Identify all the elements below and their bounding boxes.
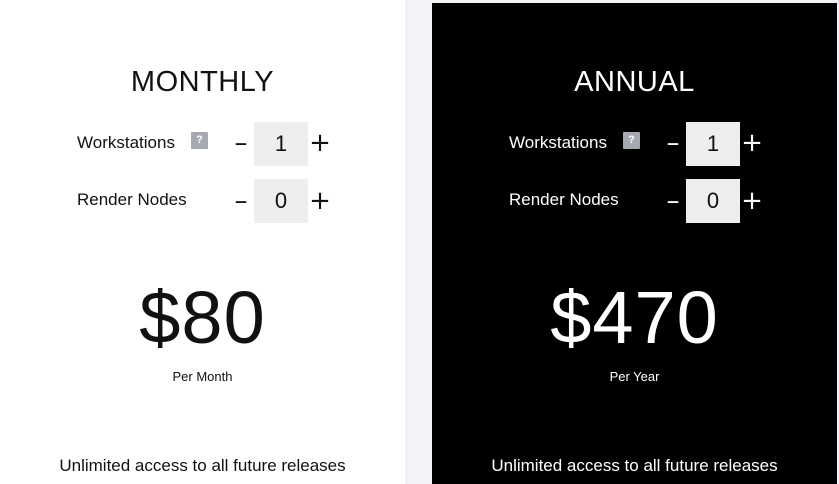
monthly-plan-title: MONTHLY [130,66,275,98]
annual-period: Per Year [609,369,660,384]
monthly-plan-card: MONTHLY Workstations ? – 1 + Render Node… [0,0,405,484]
monthly-render-nodes-increment-button[interactable]: + [308,186,332,216]
annual-plan-title: ANNUAL [574,66,695,98]
pricing-page: MONTHLY Workstations ? – 1 + Render Node… [0,0,839,484]
monthly-render-nodes-decrement-button[interactable]: – [229,186,253,216]
monthly-price: $80 [139,276,266,359]
annual-render-nodes-quantity[interactable]: 0 [686,179,740,223]
monthly-render-nodes-label: Render Nodes [77,190,187,209]
annual-price: $470 [550,276,719,359]
workstations-help-icon[interactable]: ? [191,132,208,149]
monthly-workstations-decrement-button[interactable]: – [229,128,253,158]
workstations-help-icon[interactable]: ? [623,132,640,149]
annual-plan-card: ANNUAL Workstations ? – 1 + Render Nodes… [432,3,837,484]
monthly-period: Per Month [172,369,233,384]
monthly-footer-text: Unlimited access to all future releases [59,456,346,475]
annual-render-nodes-label: Render Nodes [509,190,619,209]
monthly-render-nodes-quantity[interactable]: 0 [254,179,308,223]
monthly-workstations-increment-button[interactable]: + [308,128,332,158]
annual-workstations-decrement-button[interactable]: – [661,128,685,158]
annual-workstations-increment-button[interactable]: + [740,128,764,158]
monthly-workstations-quantity[interactable]: 1 [254,122,308,166]
annual-workstations-quantity[interactable]: 1 [686,122,740,166]
annual-render-nodes-decrement-button[interactable]: – [661,186,685,216]
annual-workstations-label: Workstations [509,133,607,152]
monthly-workstations-label: Workstations [77,133,175,152]
annual-footer-text: Unlimited access to all future releases [491,456,778,475]
annual-render-nodes-increment-button[interactable]: + [740,186,764,216]
